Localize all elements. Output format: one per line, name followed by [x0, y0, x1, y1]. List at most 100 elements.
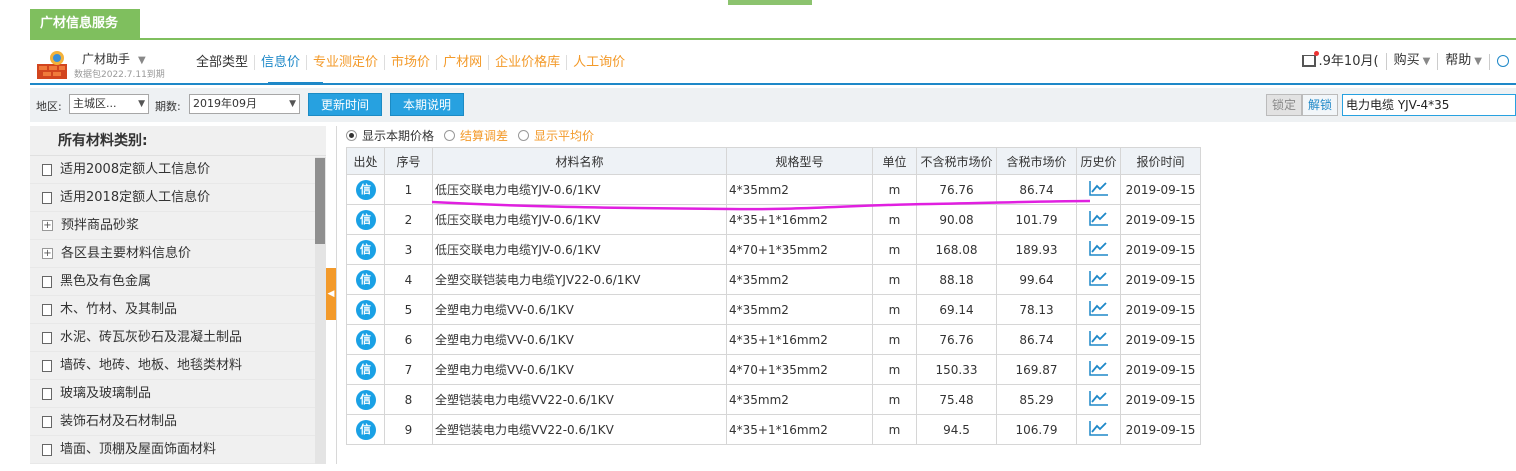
table-row[interactable]: 信 9 全塑铠装电力电缆VV22-0.6/1KV 4*35+1*16mm2 m 94.5 1… [346, 414, 1201, 445]
cell-date: 2019-09-15 [1120, 384, 1201, 415]
col-header-source[interactable]: 出处 [346, 147, 385, 175]
col-header-date[interactable]: 报价时间 [1120, 147, 1201, 175]
history-chart-icon[interactable] [1088, 270, 1109, 289]
globe-button[interactable] [1489, 53, 1516, 70]
col-header-unit[interactable]: 单位 [872, 147, 917, 175]
history-chart-icon[interactable] [1088, 390, 1109, 409]
cell-price-ex-tax: 69.14 [916, 294, 997, 325]
nav-item-enterprise[interactable]: 企业价格库 [488, 55, 566, 70]
cell-name: 全塑交联铠装电力电缆YJV22-0.6/1KV [432, 264, 727, 295]
sidebar-item[interactable]: 适用2018定额人工信息价 [30, 184, 326, 212]
cell-unit: m [872, 384, 917, 415]
sidebar-scroll-thumb[interactable] [315, 158, 325, 244]
nav-item-info-price[interactable]: 信息价 [254, 55, 306, 70]
table-row[interactable]: 信 8 全塑铠装电力电缆VV22-0.6/1KV 4*35mm2 m 75.48 85.29… [346, 384, 1201, 415]
cell-source: 信 [346, 384, 385, 415]
search-input[interactable]: 电力电缆 YJV-4*35 [1342, 94, 1516, 116]
table-row[interactable]: 信 6 全塑电力电缆VV-0.6/1KV 4*35+1*16mm2 m 76.76 86.7… [346, 324, 1201, 355]
buy-menu[interactable]: 购买 ▼ [1385, 53, 1438, 70]
table-row[interactable]: 信 5 全塑电力电缆VV-0.6/1KV 4*35mm2 m 69.14 78.13 2019… [346, 294, 1201, 325]
radio-option[interactable]: 显示本期价格 [346, 127, 434, 144]
cell-no: 9 [384, 414, 433, 445]
period-notes-button[interactable]: 本期说明 [390, 93, 464, 116]
cell-history [1076, 234, 1121, 265]
info-source-badge[interactable]: 信 [355, 419, 376, 440]
cell-price-ex-tax: 94.5 [916, 414, 997, 445]
globe-icon [1497, 55, 1509, 67]
nav-item-all[interactable]: 全部类型 [190, 55, 254, 70]
info-source-badge[interactable]: 信 [355, 269, 376, 290]
history-chart-icon[interactable] [1088, 330, 1109, 349]
history-chart-icon[interactable] [1088, 360, 1109, 379]
collapse-sidebar-handle[interactable]: ◀ [326, 268, 336, 320]
expand-plus-icon: + [42, 220, 53, 231]
document-icon [42, 191, 52, 204]
unlock-button[interactable]: 解锁 [1302, 94, 1338, 116]
chevron-down-icon: ▼ [138, 55, 146, 66]
price-mode-radios: 显示本期价格 结算调差 显示平均价 [346, 127, 604, 144]
brand-subtitle: 数据包2022.7.11到期 [74, 70, 165, 80]
calendar-period[interactable]: .9年10月( [1295, 51, 1386, 70]
cell-no: 6 [384, 324, 433, 355]
col-header-name[interactable]: 材料名称 [432, 147, 727, 175]
brand-menu[interactable]: 广材助手 ▼ [82, 50, 146, 67]
nav-item-manual-inquiry[interactable]: 人工询价 [566, 55, 631, 70]
sidebar-item-label: 适用2018定额人工信息价 [60, 189, 211, 205]
cell-no: 8 [384, 384, 433, 415]
table-row[interactable]: 信 7 全塑电力电缆VV-0.6/1KV 4*70+1*35mm2 m 150.33 169… [346, 354, 1201, 385]
book-icon [1301, 51, 1319, 67]
cell-spec: 4*35mm2 [726, 384, 873, 415]
col-header-history[interactable]: 历史价 [1076, 147, 1121, 175]
col-header-price-ex-tax[interactable]: 不含税市场价 [916, 147, 997, 175]
document-icon [42, 443, 52, 456]
radio-label: 显示平均价 [534, 129, 595, 143]
sidebar-item[interactable]: 适用2008定额人工信息价 [30, 156, 326, 184]
info-source-badge[interactable]: 信 [355, 389, 376, 410]
lock-button[interactable]: 锁定 [1266, 94, 1302, 116]
sidebar-item[interactable]: 玻璃及玻璃制品 [30, 380, 326, 408]
col-header-spec[interactable]: 规格型号 [726, 147, 873, 175]
sidebar-item[interactable]: 墙面、顶棚及屋面饰面材料 [30, 436, 326, 464]
document-icon [42, 359, 52, 372]
info-source-badge[interactable]: 信 [355, 359, 376, 380]
table-row[interactable]: 信 4 全塑交联铠装电力电缆YJV22-0.6/1KV 4*35mm2 m 88.18 99… [346, 264, 1201, 295]
table-row[interactable]: 信 3 低压交联电力电缆YJV-0.6/1KV 4*70+1*35mm2 m 168.08… [346, 234, 1201, 265]
sidebar-item[interactable]: 水泥、砖瓦灰砂石及混凝土制品 [30, 324, 326, 352]
sidebar-item[interactable]: + 预拌商品砂浆 [30, 212, 326, 240]
region-select[interactable]: 主城区... ▼ [69, 94, 149, 114]
help-menu[interactable]: 帮助 ▼ [1437, 53, 1489, 70]
nav-item-website[interactable]: 广材网 [436, 55, 488, 70]
col-header-price-in-tax[interactable]: 含税市场价 [996, 147, 1077, 175]
info-source-badge[interactable]: 信 [355, 299, 376, 320]
service-tab[interactable]: 广材信息服务 [30, 9, 140, 39]
period-select[interactable]: 2019年09月 ▼ [189, 94, 300, 114]
sidebar-item[interactable]: 装饰石材及石材制品 [30, 408, 326, 436]
cell-spec: 4*70+1*35mm2 [726, 354, 873, 385]
history-chart-icon[interactable] [1088, 240, 1109, 259]
nav-item-professional[interactable]: 专业测定价 [306, 55, 384, 70]
history-chart-icon[interactable] [1088, 420, 1109, 439]
top-tab-indicator [728, 0, 812, 5]
info-source-badge[interactable]: 信 [355, 209, 376, 230]
info-source-badge[interactable]: 信 [355, 179, 376, 200]
nav-item-market[interactable]: 市场价 [384, 55, 436, 70]
cell-no: 7 [384, 354, 433, 385]
radio-option[interactable]: 显示平均价 [518, 127, 594, 144]
update-time-button[interactable]: 更新时间 [308, 93, 382, 116]
cell-price-in-tax: 106.79 [996, 414, 1077, 445]
radio-dot-icon [518, 130, 530, 141]
cell-unit: m [872, 354, 917, 385]
info-source-badge[interactable]: 信 [355, 239, 376, 260]
sidebar-item-label: 黑色及有色金属 [60, 273, 152, 289]
col-header-no[interactable]: 序号 [384, 147, 433, 175]
cell-source: 信 [346, 414, 385, 445]
sidebar-item[interactable]: 木、竹材、及其制品 [30, 296, 326, 324]
sidebar-item[interactable]: 墙砖、地砖、地板、地毯类材料 [30, 352, 326, 380]
sidebar-item-label: 适用2008定额人工信息价 [60, 161, 211, 177]
sidebar-item[interactable]: + 各区县主要材料信息价 [30, 240, 326, 268]
sidebar-item[interactable]: 黑色及有色金属 [30, 268, 326, 296]
history-chart-icon[interactable] [1088, 300, 1109, 319]
chevron-left-icon: ◀ [327, 289, 335, 299]
info-source-badge[interactable]: 信 [355, 329, 376, 350]
radio-option[interactable]: 结算调差 [444, 127, 508, 144]
